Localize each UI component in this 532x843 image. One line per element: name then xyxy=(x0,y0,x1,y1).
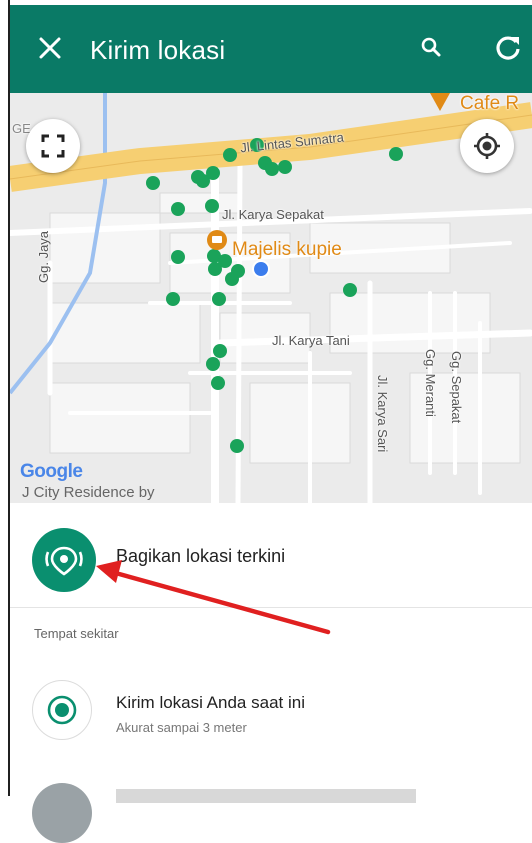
send-current-location-accuracy: Akurat sampai 3 meter xyxy=(116,720,247,735)
share-live-location-row[interactable]: Bagikan lokasi terkini xyxy=(10,503,532,608)
map-place-label-residence: J City Residence by xyxy=(22,484,155,501)
street-label-gg-sepakat: Gg. Sepakat xyxy=(449,351,464,424)
map-view[interactable]: Jl. Lintas Sumatra Jl. Karya Sepakat Gg.… xyxy=(10,93,532,503)
place-row-text[interactable] xyxy=(116,789,416,803)
app-bar: Kirim lokasi xyxy=(10,5,532,93)
place-icon[interactable] xyxy=(32,783,92,843)
current-location-icon xyxy=(32,680,92,740)
my-location-icon[interactable] xyxy=(460,119,514,173)
close-icon[interactable] xyxy=(30,28,70,68)
send-current-location-row[interactable]: Kirim lokasi Anda saat ini Akurat sampai… xyxy=(10,663,532,763)
share-live-location-label: Bagikan lokasi terkini xyxy=(116,546,286,566)
street-label-karya-sepakat: Jl. Karya Sepakat xyxy=(222,207,324,222)
fullscreen-icon[interactable] xyxy=(26,119,80,173)
poi-majelis-kupie[interactable]: Majelis kupie xyxy=(232,239,342,261)
street-label-gg-jaya: Gg. Jaya xyxy=(36,230,51,283)
street-label-karya-tani: Jl. Karya Tani xyxy=(272,333,350,348)
live-location-icon xyxy=(32,528,96,592)
google-logo: Google xyxy=(20,461,83,482)
send-current-location-title: Kirim lokasi Anda saat ini xyxy=(116,693,305,712)
search-icon[interactable] xyxy=(412,28,452,68)
map-canvas xyxy=(10,93,532,503)
nearby-section-title: Tempat sekitar xyxy=(34,626,119,641)
poi-cafe[interactable]: Cafe R xyxy=(460,93,519,115)
page-title: Kirim lokasi xyxy=(90,35,226,65)
street-label-gg-meranti: Gg. Meranti xyxy=(423,349,438,417)
refresh-icon[interactable] xyxy=(488,28,528,68)
street-label-karya-sari: Jl. Karya Sari xyxy=(375,375,390,453)
location-sheet: Bagikan lokasi terkini Tempat sekitar Ki… xyxy=(10,503,532,843)
